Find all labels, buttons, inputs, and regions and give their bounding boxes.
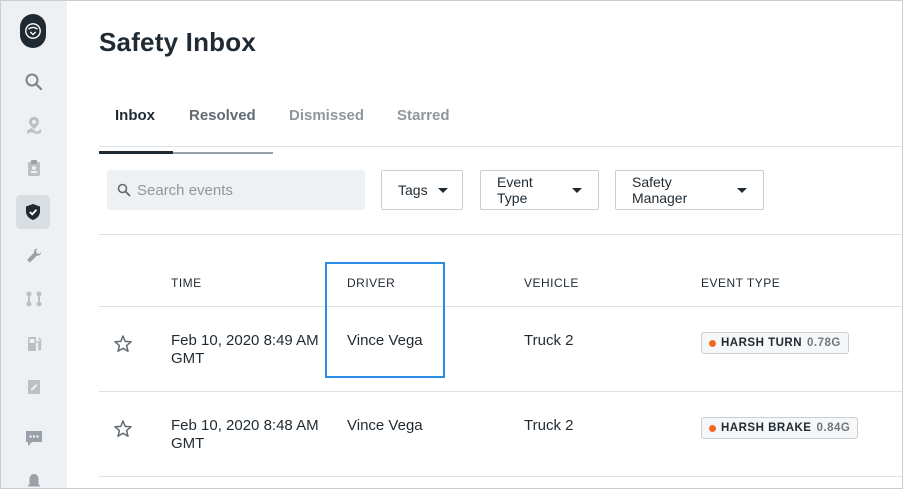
route-icon xyxy=(26,291,42,307)
tags-dropdown[interactable]: Tags xyxy=(381,170,463,210)
sidebar-item-messages[interactable] xyxy=(19,423,49,453)
search-icon xyxy=(25,73,43,91)
sidebar-item-alerts[interactable] xyxy=(19,467,49,488)
tags-dropdown-label: Tags xyxy=(398,182,428,198)
driver-column-highlight xyxy=(325,262,445,378)
owl-logo-icon xyxy=(25,23,41,39)
app-logo[interactable] xyxy=(20,14,46,48)
chevron-down-icon xyxy=(737,187,747,193)
table-row-divider xyxy=(99,306,902,307)
clipboard-icon xyxy=(28,160,40,176)
search-input[interactable] xyxy=(137,170,357,210)
message-icon xyxy=(26,431,42,446)
status-dot xyxy=(709,339,716,347)
search-icon xyxy=(117,183,131,197)
map-pin-icon xyxy=(27,117,41,134)
safety-manager-dropdown-label: Safety Manager xyxy=(632,174,688,206)
event-type-dropdown[interactable]: Event Type xyxy=(480,170,599,210)
shield-icon xyxy=(26,204,40,220)
event-driver[interactable]: Vince Vega xyxy=(347,417,423,435)
wrench-icon xyxy=(27,248,42,263)
sidebar-item-map[interactable] xyxy=(19,110,49,140)
event-type-label: HARSH TURN xyxy=(721,337,803,349)
event-vehicle[interactable]: Truck 2 xyxy=(524,332,573,350)
table-row-divider xyxy=(99,476,902,477)
column-header-vehicle[interactable]: VEHICLE xyxy=(524,276,579,290)
tab-dismissed[interactable]: Dismissed xyxy=(273,107,380,147)
app-window: Safety Inbox Inbox Resolved Dismissed St… xyxy=(0,0,903,489)
document-icon xyxy=(28,380,40,394)
tab-starred[interactable]: Starred xyxy=(381,107,466,147)
star-icon[interactable] xyxy=(113,334,133,354)
chevron-down-icon xyxy=(572,187,582,193)
sidebar-item-compliance[interactable] xyxy=(19,153,49,183)
event-type-label: HARSH BRAKE xyxy=(721,422,812,434)
table-divider xyxy=(99,234,902,235)
event-g-force: 0.84G xyxy=(816,422,851,434)
column-header-time[interactable]: TIME xyxy=(171,276,202,290)
sidebar-item-dispatch[interactable] xyxy=(19,284,49,314)
fuel-icon xyxy=(28,337,42,351)
tab-resolved[interactable]: Resolved xyxy=(173,107,273,154)
event-g-force: 0.78G xyxy=(807,337,841,349)
sidebar-item-documents[interactable] xyxy=(19,372,49,402)
event-type-badge: HARSH TURN 0.78G xyxy=(701,332,849,354)
table-row-divider xyxy=(99,391,902,392)
sidebar xyxy=(1,1,67,488)
page-title: Safety Inbox xyxy=(99,27,256,57)
event-time: Feb 10, 2020 8:48 AM GMT xyxy=(171,417,319,452)
main-content: Safety Inbox Inbox Resolved Dismissed St… xyxy=(67,1,902,488)
tab-bar: Inbox Resolved Dismissed Starred xyxy=(99,99,902,154)
tab-inbox[interactable]: Inbox xyxy=(99,107,173,154)
sidebar-item-search[interactable] xyxy=(19,67,49,97)
bell-icon xyxy=(27,474,41,487)
event-time: Feb 10, 2020 8:49 AM GMT xyxy=(171,332,319,367)
event-type-dropdown-label: Event Type xyxy=(497,174,533,206)
safety-manager-dropdown[interactable]: Safety Manager xyxy=(615,170,764,210)
column-header-event-type[interactable]: EVENT TYPE xyxy=(701,276,780,290)
star-icon[interactable] xyxy=(113,419,133,439)
event-vehicle[interactable]: Truck 2 xyxy=(524,417,573,435)
chevron-down-icon xyxy=(437,187,448,193)
sidebar-item-safety[interactable] xyxy=(16,195,50,229)
event-type-badge: HARSH BRAKE 0.84G xyxy=(701,417,859,439)
sidebar-item-fuel[interactable] xyxy=(19,329,49,359)
status-dot xyxy=(709,424,716,432)
sidebar-item-maintenance[interactable] xyxy=(19,241,49,271)
search-box xyxy=(107,170,365,210)
